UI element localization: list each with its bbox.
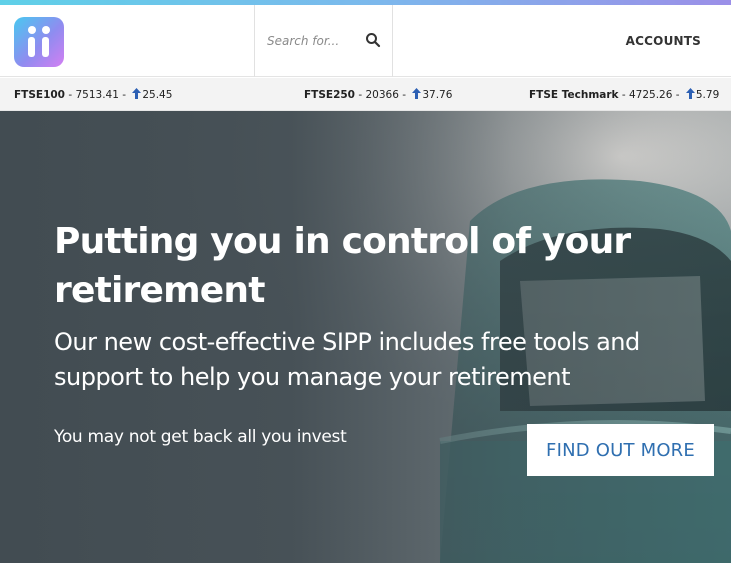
site-header: ACCOUNTS: [0, 5, 731, 77]
ticker-value: 20366: [365, 89, 399, 101]
search-box: [254, 5, 393, 77]
search-input[interactable]: [267, 30, 357, 52]
ticker-label: FTSE100: [14, 89, 65, 101]
ticker-change: 25.45: [142, 89, 173, 101]
search-icon[interactable]: [365, 32, 381, 48]
accounts-link[interactable]: ACCOUNTS: [626, 34, 701, 48]
hero-subtitle: Our new cost-effective SIPP includes fre…: [54, 328, 640, 391]
ticker-value: 7513.41: [75, 89, 119, 101]
logo-mark: [27, 26, 36, 34]
risk-warning: You may not get back all you invest: [54, 427, 347, 447]
ticker-item-ftse250[interactable]: FTSE250 - 20366 - 37.76: [304, 88, 452, 101]
ticker-label: FTSE Techmark: [529, 89, 619, 101]
hero-banner: Putting you in control of your retiremen…: [0, 111, 731, 563]
find-out-more-button[interactable]: FIND OUT MORE: [527, 424, 714, 476]
ticker-change: 37.76: [422, 89, 453, 101]
arrow-up-icon: [412, 88, 422, 99]
ticker-label: FTSE250: [304, 89, 355, 101]
ticker-item-ftse100[interactable]: FTSE100 - 7513.41 - 25.45: [14, 88, 172, 101]
market-ticker: FTSE100 - 7513.41 - 25.45 FTSE250 - 2036…: [0, 78, 731, 111]
ticker-value: 4725.26: [628, 89, 673, 101]
hero-title: Putting you in control of your retiremen…: [54, 221, 631, 311]
arrow-up-icon: [132, 88, 142, 99]
ticker-change: 5.79: [695, 89, 720, 101]
logo[interactable]: [14, 17, 64, 67]
ticker-item-ftse-techmark[interactable]: FTSE Techmark - 4725.26 - 5.79: [529, 88, 719, 101]
arrow-up-icon: [685, 88, 695, 99]
